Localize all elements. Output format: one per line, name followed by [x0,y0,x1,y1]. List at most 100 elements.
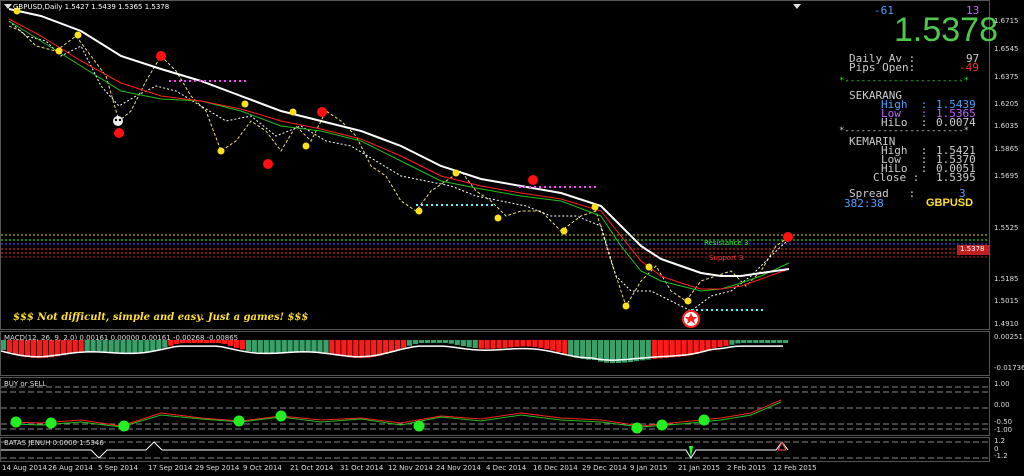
skull-icon [113,116,123,126]
info-big-price: 1.5378 [894,11,998,49]
macd-bar [484,340,490,349]
price-pane[interactable]: GBPUSD,Daily 1.5427 1.5439 1.5365 1.5378… [0,0,998,330]
macd-bar [669,340,675,358]
date-axis[interactable]: 14 Aug 2014 26 Aug 2014 5 Sep 2014 17 Se… [0,462,1024,476]
macd-bar [490,340,496,349]
macd-bar [687,340,693,356]
macd-bar [389,340,395,353]
batas-label: BATAS JENUH 0.0000 1.5346 [4,439,104,447]
macd-bar [287,340,293,353]
macd-bar [693,340,699,354]
info-top-left: -61 [874,4,894,17]
batas-pane[interactable]: BATAS JENUH 0.0000 1.5346 [0,437,990,462]
macd-bar [430,340,436,343]
macd-bar [401,340,407,348]
macd-bar [538,340,544,348]
batas-chart [1,440,989,459]
macd-bar [54,340,60,357]
date-tick: 5 Sep 2014 [98,464,138,472]
date-tick: 17 Sep 2014 [148,464,193,472]
price-axis[interactable]: 1.6715 1.6545 1.6375 1.6205 1.6035 1.586… [960,0,1024,330]
date-tick: 9 Jan 2015 [630,464,668,472]
macd-bar [586,340,592,360]
macd-bar [395,340,401,350]
date-tick: 14 Aug 2014 [2,464,47,472]
macd-bar [783,340,789,343]
separator-1: *----------------------* [839,76,970,86]
macd-bar [598,340,604,362]
macd-bar [18,340,25,356]
macd-bar [24,340,31,358]
macd-bar [562,340,568,355]
macd-bar [723,340,729,346]
price-tick: 1.5185 [994,275,1019,283]
date-tick: 21 Jan 2015 [678,464,720,472]
chart-title: GBPUSD,Daily 1.5427 1.5439 1.5365 1.5378 [13,3,170,11]
macd-bar [317,340,323,353]
macd-bar [383,340,389,355]
batas-tick: -1.2 [994,452,1008,460]
macd-bar [759,340,765,343]
macd-bar [30,340,36,358]
date-tick: 21 Oct 2014 [290,464,334,472]
buysell-pane[interactable]: BUY or SELL [0,377,990,436]
price-tick: 1.5015 [994,297,1019,305]
macd-bar [36,340,42,359]
macd-bar [275,340,281,354]
price-tick: 1.5525 [994,224,1019,232]
macd-bar [580,340,586,359]
price-tick: 1.5865 [994,145,1019,153]
macd-bar [550,340,556,351]
star-badge-icon [682,310,700,328]
macd-label: MACD(12, 26, 9, 2.0) 0.00161 0.00000 0.0… [4,334,239,342]
macd-bar [717,340,723,347]
buysell-tick: -0.50 [994,418,1013,426]
macd-bar [651,340,657,359]
date-tick: 31 Oct 2014 [340,464,384,472]
macd-bar [257,340,263,354]
chart-scroll-icon[interactable] [793,4,801,9]
macd-bar [520,340,526,347]
macd-bar [42,340,48,358]
price-badge: 1.5378 [960,245,985,253]
macd-bar [323,340,329,353]
k-close-value: 1.5395 [936,171,976,184]
macd-bar [305,340,311,352]
price-tick: 1.5695 [994,172,1019,180]
macd-bar [377,340,383,356]
macd-bar [574,340,580,358]
buysell-axis: 1.00 0.00 -0.50 -1.00 [990,377,1024,436]
macd-bar [657,340,663,359]
macd-bar [508,340,514,348]
buysell-tick: 0.00 [994,401,1010,409]
macd-bar [239,340,245,350]
macd-bar [556,340,562,353]
macd-bar [568,340,574,357]
macd-bar [418,340,425,343]
batas-axis: 1.2 0 -1.2 [990,437,1024,462]
macd-bar [729,340,735,345]
date-tick: 12 Nov 2014 [388,464,433,472]
macd-bar [777,340,783,343]
macd-bar [281,340,287,353]
date-tick: 26 Aug 2014 [48,464,93,472]
macd-bar [526,340,532,347]
macd-bar [311,340,317,352]
macd-bar [472,340,478,348]
support-label: Support 3 [709,254,744,262]
macd-bar [544,340,550,349]
macd-bar [353,340,359,358]
macd-bar [699,340,705,353]
macd-bar [359,340,365,359]
timer: 382:38 [844,197,884,210]
macd-bar [735,340,741,344]
macd-bar [460,340,466,346]
macd-bar [371,340,377,358]
price-tick: 1.6715 [994,17,1019,25]
macd-bar [741,340,747,343]
price-dotted-white [8,20,790,312]
macd-axis: 0.00251 -0.01736 [990,331,1024,376]
chart-menu-icon[interactable] [4,4,12,9]
macd-pane[interactable]: MACD(12, 26, 9, 2.0) 0.00161 0.00000 0.0… [0,331,990,376]
macd-bar [675,340,681,357]
